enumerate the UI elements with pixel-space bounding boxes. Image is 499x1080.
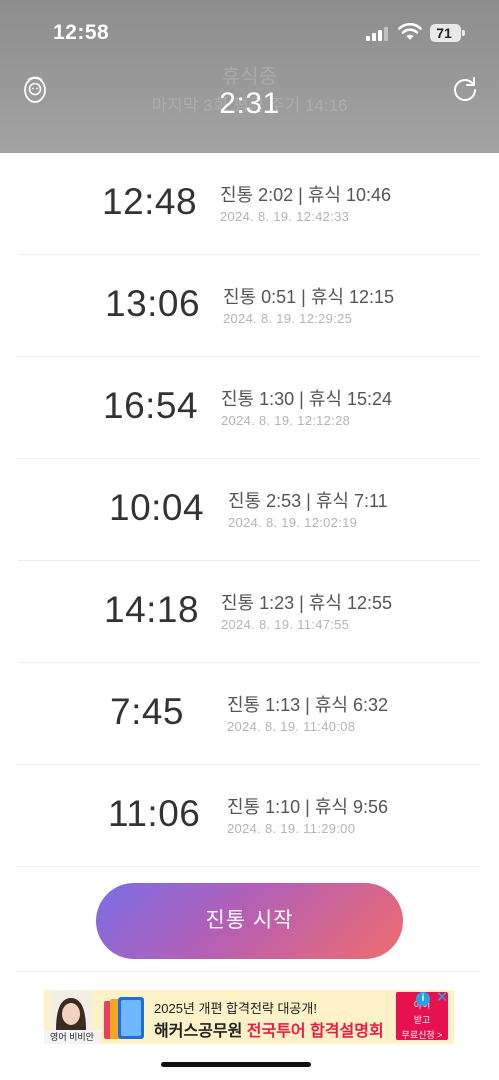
- home-indicator[interactable]: [161, 1062, 311, 1067]
- list-item[interactable]: 7:45 진통 1:13 | 휴식 6:32 2024. 8. 19. 11:4…: [18, 663, 480, 765]
- contraction-timestamp: 2024. 8. 19. 11:40:08: [227, 719, 356, 734]
- tablet-icon: [104, 997, 144, 1039]
- contraction-rest-detail: 진통 1:30 | 휴식 15:24: [221, 389, 392, 409]
- battery-cap: [462, 30, 465, 36]
- contraction-rest-detail: 진통 1:13 | 휴식 6:32: [227, 695, 388, 715]
- contraction-timestamp: 2024. 8. 19. 12:29:25: [223, 311, 353, 326]
- status-time: 12:58: [53, 21, 110, 44]
- list-item[interactable]: 14:18 진통 1:23 | 휴식 12:55 2024. 8. 19. 11…: [18, 561, 480, 663]
- contraction-list: 12:48 진통 2:02 | 휴식 10:46 2024. 8. 19. 12…: [18, 153, 480, 867]
- interval-time: 12:48: [102, 181, 198, 222]
- list-item[interactable]: 12:48 진통 2:02 | 휴식 10:46 2024. 8. 19. 12…: [18, 153, 480, 255]
- ad-banner[interactable]: 영어 비비안 2025년 개편 합격전략 대공개! 해커스공무원 전국투어 합격…: [44, 990, 454, 1044]
- ad-title-highlight: 전국투어 합격설명회: [246, 1023, 384, 1040]
- close-icon[interactable]: ✕: [434, 990, 450, 1006]
- contraction-timestamp: 2024. 8. 19. 11:29:00: [227, 821, 356, 836]
- interval-time: 14:18: [104, 589, 200, 630]
- rest-status-title: 휴식중: [221, 66, 278, 88]
- ad-title-brand: 해커스공무원: [154, 1023, 247, 1040]
- interval-time: 11:06: [108, 793, 201, 834]
- contraction-timestamp: 2024. 8. 19. 11:47:55: [221, 617, 350, 632]
- contraction-timestamp: 2024. 8. 19. 12:42:33: [220, 209, 350, 224]
- cellular-signal-icon: [366, 27, 390, 41]
- wifi-icon: [398, 23, 422, 40]
- refresh-icon[interactable]: [451, 75, 479, 103]
- contraction-timestamp: 2024. 8. 19. 12:02:19: [228, 515, 358, 530]
- app-header: 12:58 71 휴식중 마지막 3회 평균 주기 14:16 2:31: [0, 0, 499, 153]
- contraction-timestamp: 2024. 8. 19. 12:12:28: [221, 413, 351, 428]
- status-bar: 12:58 71: [0, 0, 499, 60]
- interval-time: 7:45: [110, 691, 185, 732]
- contraction-rest-detail: 진통 2:53 | 휴식 7:11: [228, 491, 388, 511]
- elapsed-timer: 2:31: [219, 87, 280, 120]
- contraction-rest-detail: 진통 2:02 | 휴식 10:46: [220, 185, 391, 205]
- contraction-rest-detail: 진통 1:10 | 휴식 9:56: [227, 797, 388, 817]
- interval-time: 10:04: [109, 487, 205, 528]
- contraction-rest-detail: 진통 0:51 | 휴식 12:15: [223, 287, 394, 307]
- interval-time: 16:54: [103, 385, 199, 426]
- contraction-rest-detail: 진통 1:23 | 휴식 12:55: [221, 593, 392, 613]
- start-contraction-button[interactable]: 진통 시작: [96, 883, 403, 959]
- ad-person-label: 영어 비비안: [44, 1030, 100, 1044]
- list-item[interactable]: 10:04 진통 2:53 | 휴식 7:11 2024. 8. 19. 12:…: [18, 459, 480, 561]
- battery-icon: 71: [430, 24, 461, 42]
- interval-time: 13:06: [105, 283, 201, 324]
- ad-cta-line2: 받고: [413, 1015, 431, 1025]
- battery-level: 71: [436, 25, 452, 41]
- ad-title: 해커스공무원 전국투어 합격설명회: [154, 1017, 384, 1041]
- ad-headline: 2025년 개편 합격전략 대공개!: [154, 1001, 317, 1016]
- list-item[interactable]: 11:06 진통 1:10 | 휴식 9:56 2024. 8. 19. 11:…: [18, 765, 480, 867]
- list-item[interactable]: 13:06 진통 0:51 | 휴식 12:15 2024. 8. 19. 12…: [18, 255, 480, 357]
- ad-info-icon[interactable]: i: [416, 992, 430, 1006]
- divider: [18, 971, 480, 972]
- list-item[interactable]: 16:54 진통 1:30 | 휴식 15:24 2024. 8. 19. 12…: [18, 357, 480, 459]
- ad-cta-line3: 무료신청 >: [401, 1030, 443, 1040]
